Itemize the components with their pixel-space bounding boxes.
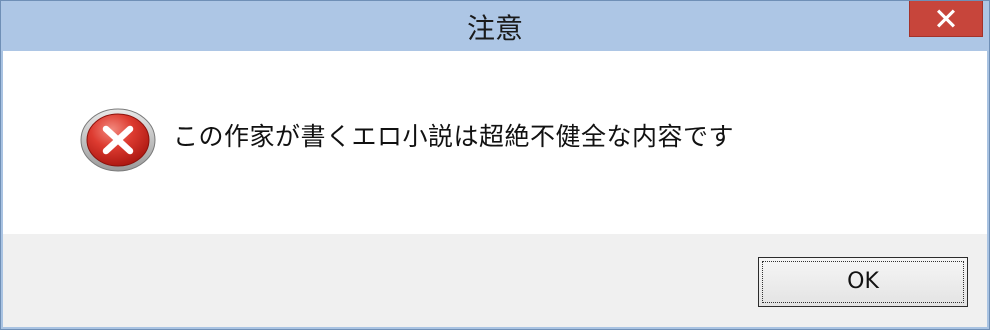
- ok-button[interactable]: OK: [758, 257, 968, 307]
- error-icon: [80, 108, 156, 172]
- close-icon: [936, 9, 956, 28]
- close-button[interactable]: [909, 1, 983, 37]
- title-bar[interactable]: 注意: [1, 1, 989, 51]
- dialog-content: この作家が書くエロ小説は超絶不健全な内容です: [3, 51, 987, 234]
- button-bar: OK: [3, 234, 987, 327]
- dialog-title: 注意: [466, 12, 523, 45]
- dialog-message: この作家が書くエロ小説は超絶不健全な内容です: [173, 122, 735, 151]
- dialog-window: 注意 この作家が書くエロ小説は超絶不健全な内容です OK: [0, 0, 990, 330]
- ok-button-label: OK: [762, 261, 964, 303]
